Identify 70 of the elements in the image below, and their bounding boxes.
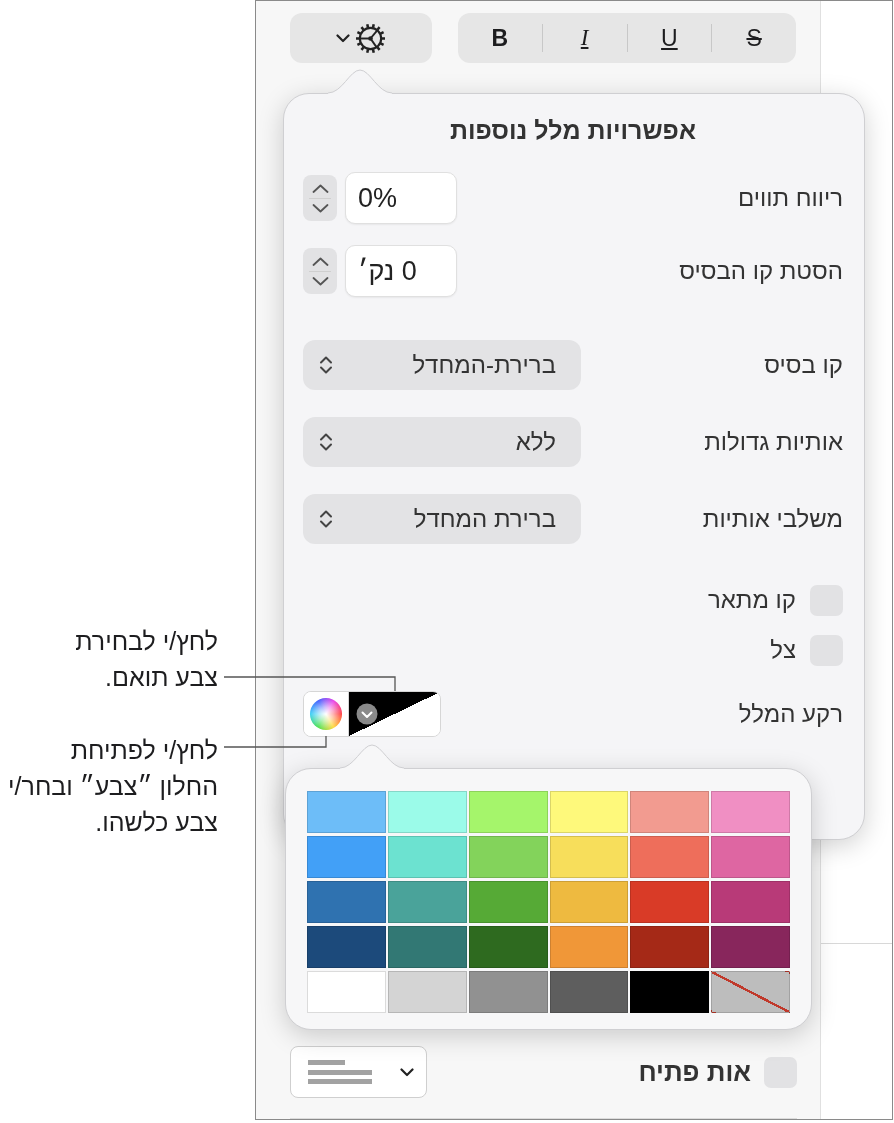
no-color-swatch[interactable] [711,971,790,1013]
color-swatch[interactable] [549,836,629,878]
gear-icon [355,22,386,54]
color-swatch-button[interactable] [349,692,440,736]
color-swatch[interactable] [711,791,790,833]
gear-menu-button[interactable] [290,13,432,63]
color-swatch[interactable] [468,881,548,923]
field-label: קו בסיס [764,351,843,379]
text-lines-icon [308,1058,372,1086]
italic-button[interactable]: I [542,13,627,63]
popup-button[interactable]: ברירת-המחדל [303,340,581,390]
color-swatch[interactable] [711,926,790,968]
field-label: משלבי אותיות [702,505,843,533]
field-label: ריווח תווים [737,184,843,212]
chevron-up-icon[interactable] [311,183,329,193]
color-swatch[interactable] [307,881,386,923]
color-swatch[interactable] [307,926,386,968]
color-swatch[interactable] [630,881,710,923]
color-swatch[interactable] [549,791,629,833]
color-swatch[interactable] [711,836,790,878]
stepper[interactable] [303,248,337,294]
color-swatch[interactable] [387,971,467,1013]
number-field[interactable]: 0 נק׳ [345,245,457,297]
bold-button[interactable]: B [458,13,542,63]
color-swatch[interactable] [468,791,548,833]
stepper[interactable] [303,175,337,221]
color-wheel-icon [310,698,342,730]
color-swatch[interactable] [307,791,386,833]
strikethrough-button[interactable]: S [712,13,796,63]
up-down-chevron-icon [319,508,333,530]
chevron-up-icon[interactable] [311,256,329,266]
color-swatch[interactable] [387,791,467,833]
field-label: אותיות גדולות [704,428,843,456]
number-field[interactable]: 0% [345,172,457,224]
popup-button[interactable]: ברירת המחדל [303,494,581,544]
color-swatch[interactable] [307,971,386,1013]
up-down-chevron-icon [319,431,333,453]
color-swatch[interactable] [630,836,710,878]
color-swatch[interactable] [630,791,710,833]
color-swatch[interactable] [468,971,548,1013]
drop-cap-style-button[interactable] [290,1046,427,1098]
callout-text: לחץ/י לפתיחת החלון ״צבע״ ובחר/י צבע כלשהו. [8,735,218,838]
color-wheel-button[interactable] [304,692,349,736]
color-swatch[interactable] [387,836,467,878]
caret-icon [336,33,350,43]
callout-text: לחץ/י לבחירת צבע תואם. [75,626,218,693]
color-swatch[interactable] [549,881,629,923]
color-swatch[interactable] [468,926,548,968]
chevron-down-icon[interactable] [311,203,329,213]
field-label: הסטת קו הבסיס [679,257,843,285]
color-swatch[interactable] [630,971,710,1013]
color-swatch[interactable] [307,836,386,878]
underline-button[interactable]: U [627,13,712,63]
checkbox-label: צל [770,636,796,664]
drop-cap-label: אות פתיח [638,1059,751,1085]
caret-icon [400,1067,414,1077]
color-swatch[interactable] [387,926,467,968]
popover-title: אפשרויות מלל נוספות [449,115,697,146]
color-swatch[interactable] [711,881,790,923]
color-swatch[interactable] [549,926,629,968]
field-label: רקע המלל [738,700,843,728]
color-swatch[interactable] [468,836,548,878]
color-swatch[interactable] [549,971,629,1013]
checkbox-label: קו מתאר [707,586,796,614]
chevron-down-icon[interactable] [311,276,329,286]
color-swatch[interactable] [630,926,710,968]
chevron-circle-icon [356,703,378,725]
popup-button[interactable]: ללא [303,417,581,467]
up-down-chevron-icon [319,354,333,376]
color-swatch[interactable] [387,881,467,923]
